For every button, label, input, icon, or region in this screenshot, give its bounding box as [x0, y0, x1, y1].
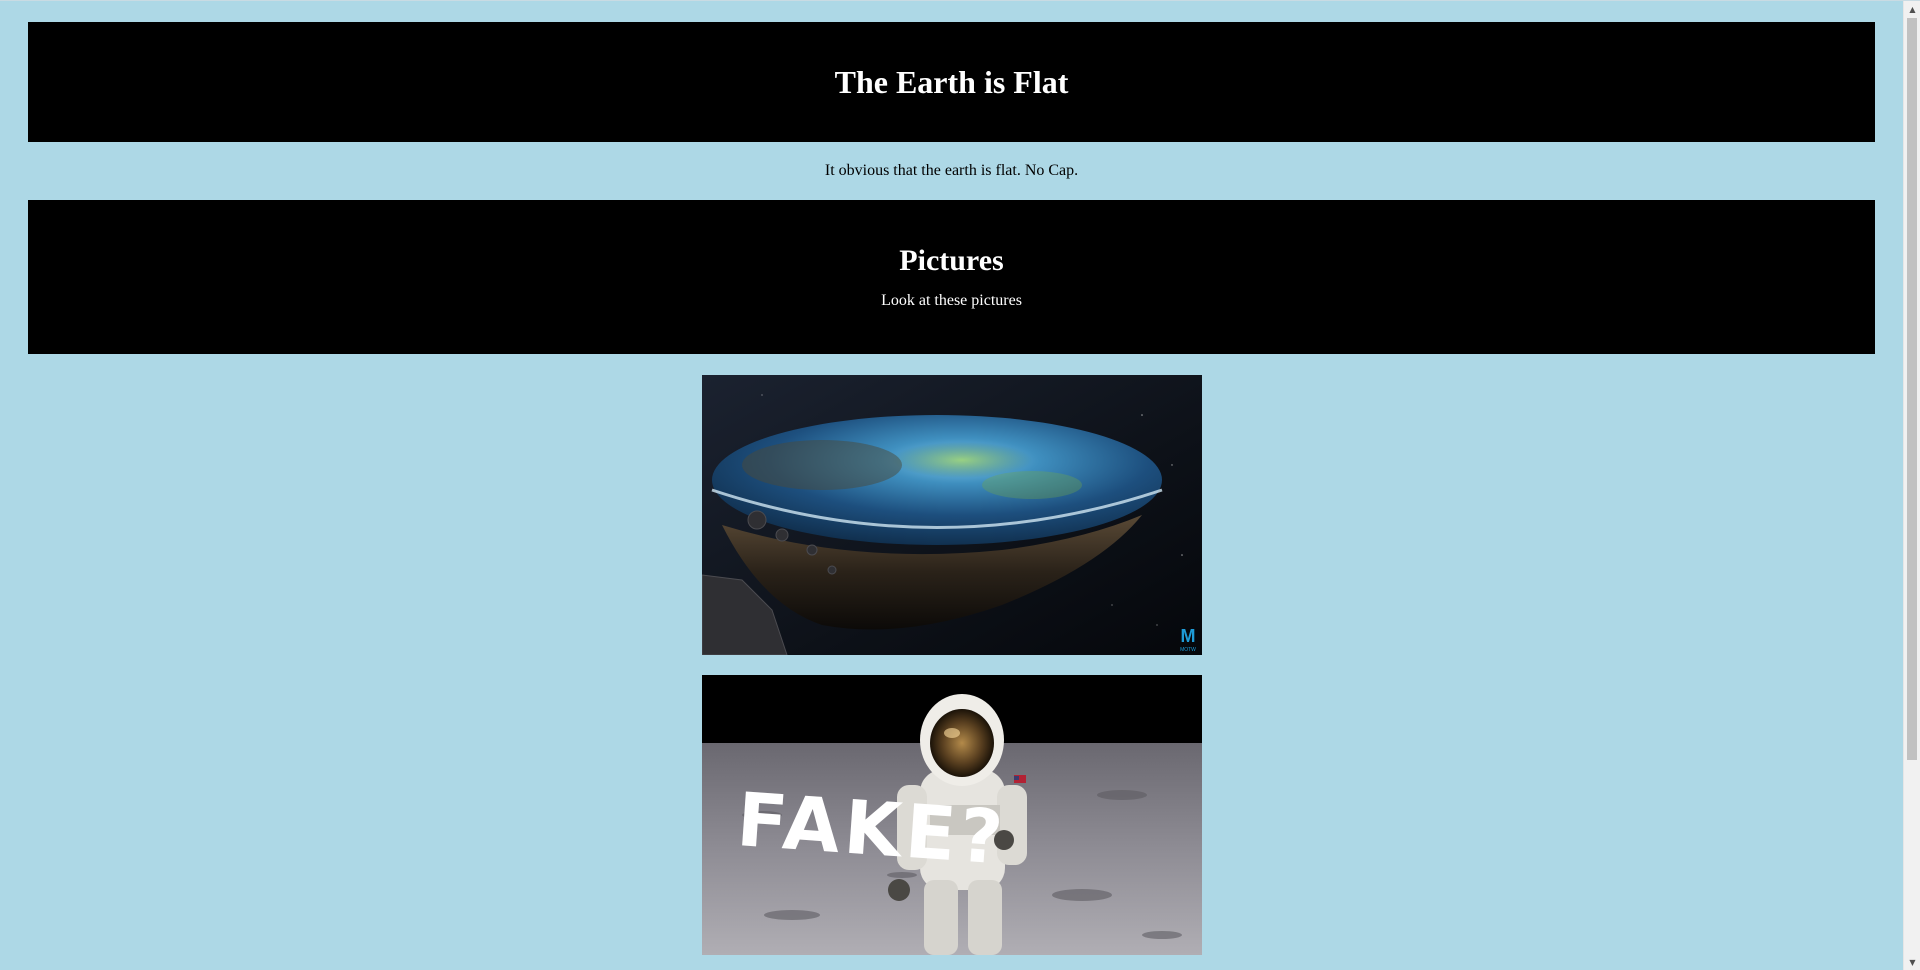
- page: The Earth is Flat It obvious that the ea…: [0, 0, 1920, 970]
- title-banner: The Earth is Flat: [28, 22, 1875, 142]
- pictures-subtext: Look at these pictures: [881, 292, 1022, 309]
- scroll-up-icon[interactable]: ▲: [1904, 1, 1920, 18]
- main-content: The Earth is Flat It obvious that the ea…: [28, 22, 1875, 354]
- pictures-heading: Pictures: [899, 244, 1004, 277]
- astronaut-moon-image: FAKE?: [702, 675, 1202, 955]
- vertical-scrollbar[interactable]: ▲ ▼: [1903, 1, 1920, 970]
- flat-earth-image: M MOTW: [702, 375, 1202, 655]
- intro-text: It obvious that the earth is flat. No Ca…: [824, 162, 1079, 179]
- scroll-thumb[interactable]: [1907, 18, 1917, 760]
- pictures-banner: Pictures Look at these pictures: [28, 200, 1875, 354]
- page-title: The Earth is Flat: [834, 63, 1069, 100]
- watermark-text: MOTW: [1180, 647, 1196, 653]
- watermark-logo: M: [1181, 626, 1196, 646]
- scroll-down-icon[interactable]: ▼: [1904, 954, 1920, 970]
